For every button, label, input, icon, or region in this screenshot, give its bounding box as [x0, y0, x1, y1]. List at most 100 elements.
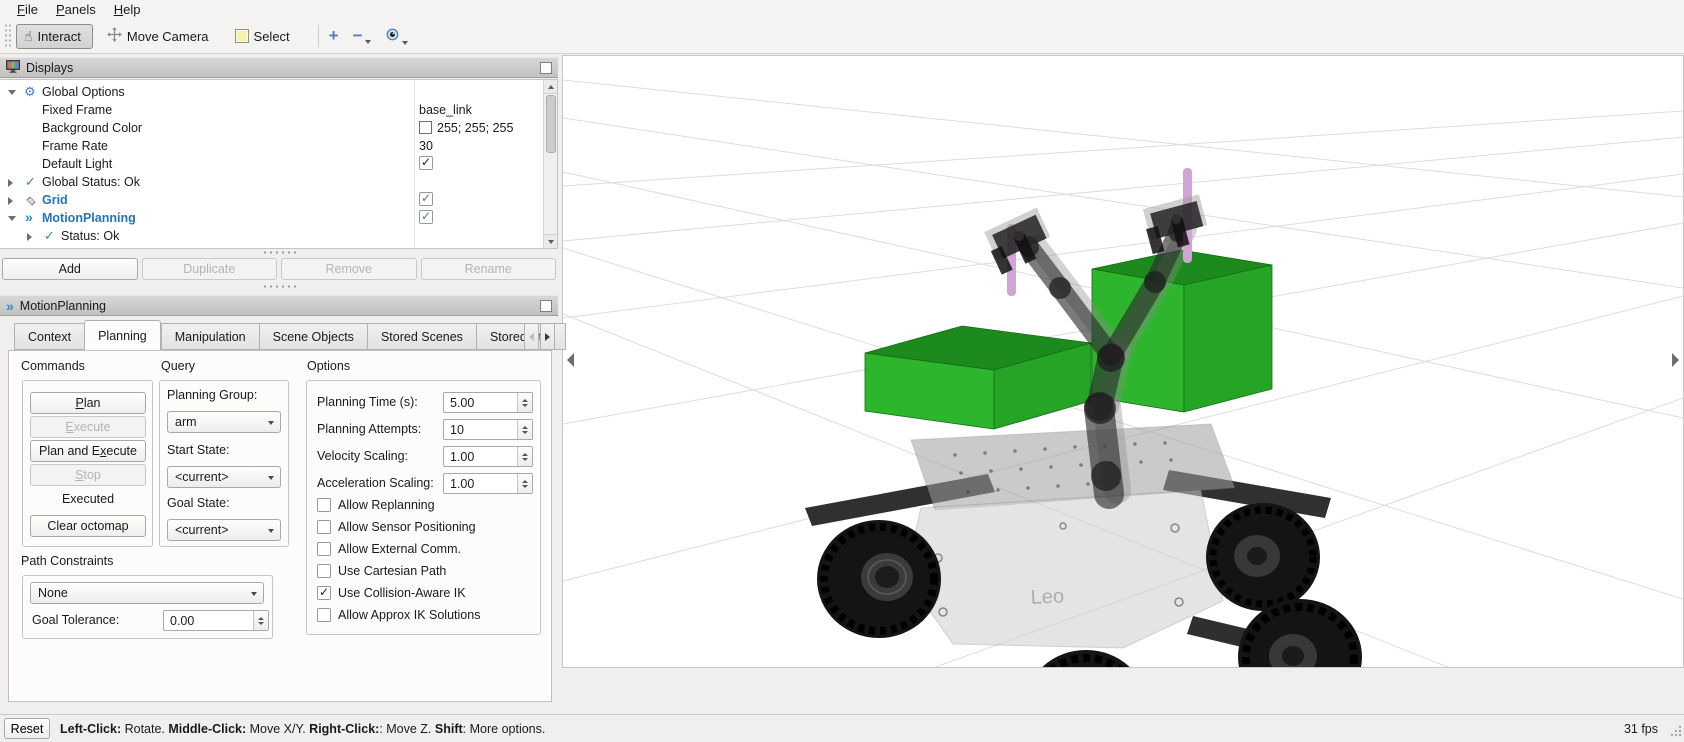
tree-row-global-status[interactable]: ✓ Global Status: Ok — [0, 173, 542, 191]
remove-tool-button[interactable]: − — [353, 28, 371, 44]
horizontal-splitter[interactable] — [0, 249, 558, 256]
tree-row-background-color[interactable]: Background Color 255; 255; 255 — [0, 119, 542, 137]
tree-row-mp-status[interactable]: ✓ Status: Ok — [0, 227, 542, 245]
resize-grip-icon[interactable] — [1670, 725, 1682, 740]
hand-icon: ☝ — [24, 29, 33, 43]
scrollbar-thumb[interactable] — [546, 95, 556, 153]
add-tool-button[interactable]: + — [329, 28, 339, 44]
frame-rate-value[interactable]: 30 — [419, 139, 433, 153]
acceleration-scaling-spinbox[interactable]: 1.00 — [443, 473, 533, 494]
remove-button[interactable]: Remove — [281, 258, 417, 280]
mouse-hints: Left-Click: Rotate. Middle-Click: Move X… — [60, 722, 545, 736]
motionplanning-enabled-checkbox[interactable] — [419, 210, 433, 224]
panel-float-button[interactable] — [540, 300, 552, 312]
tree-label: Frame Rate — [42, 139, 108, 153]
select-tool-button[interactable]: Select — [227, 24, 302, 49]
allow-sensor-positioning-checkbox[interactable]: Allow Sensor Positioning — [317, 520, 476, 534]
goal-tolerance-spinbox[interactable]: 0.00 — [163, 610, 269, 631]
planning-time-spinbox[interactable]: 5.00 — [443, 392, 533, 413]
plan-button[interactable]: Plan — [30, 392, 146, 414]
toolbar: ☝ Interact Move Camera Select + − — [0, 19, 1684, 54]
velocity-scaling-spinbox[interactable]: 1.00 — [443, 446, 533, 467]
tab-scroll-right-button[interactable] — [540, 323, 555, 350]
wheel-right — [1206, 503, 1320, 611]
planning-attempts-spinbox[interactable]: 10 — [443, 419, 533, 440]
allow-approx-ik-checkbox[interactable]: Allow Approx IK Solutions — [317, 608, 480, 622]
move-camera-tool-button[interactable]: Move Camera — [99, 22, 221, 50]
options-heading: Options — [307, 359, 350, 373]
spin-arrows[interactable] — [517, 420, 532, 439]
use-cartesian-path-checkbox[interactable]: Use Cartesian Path — [317, 564, 446, 578]
expander-icon[interactable] — [8, 197, 13, 205]
menu-file[interactable]: File — [8, 1, 47, 18]
use-collision-aware-ik-checkbox[interactable]: Use Collision-Aware IK — [317, 586, 466, 600]
goal-state-value: <current> — [175, 523, 229, 537]
plan-and-execute-button[interactable]: Plan and Execute — [30, 440, 146, 462]
grid-enabled-checkbox[interactable] — [419, 192, 433, 206]
tab-scroll-left-button[interactable] — [524, 323, 539, 350]
tree-label: Global Status: Ok — [42, 175, 140, 189]
splitter-grip — [262, 251, 296, 254]
panel-float-button[interactable] — [540, 62, 552, 74]
tab-context[interactable]: Context — [14, 323, 84, 350]
move-camera-icon — [107, 27, 122, 45]
tree-row-motionplanning[interactable]: » MotionPlanning — [0, 209, 542, 227]
motionplanning-panel-header[interactable]: » MotionPlanning — [0, 295, 558, 316]
expander-icon[interactable] — [8, 90, 16, 95]
spin-arrows[interactable] — [253, 611, 268, 630]
displays-panel-header[interactable]: Displays — [0, 57, 558, 78]
menu-panels[interactable]: Panels — [47, 1, 105, 18]
add-button[interactable]: Add — [2, 258, 138, 280]
reset-button[interactable]: Reset — [4, 718, 50, 739]
arrow-down-icon — [548, 240, 554, 244]
path-constraints-heading: Path Constraints — [21, 554, 113, 568]
grid-icon — [26, 196, 35, 205]
allow-external-comm-checkbox[interactable]: Allow External Comm. — [317, 542, 461, 556]
planning-group-combo[interactable]: arm — [167, 411, 281, 433]
tab-stored-scenes[interactable]: Stored Scenes — [367, 323, 476, 350]
tree-row-default-light[interactable]: Default Light — [0, 155, 542, 173]
start-state-combo[interactable]: <current> — [167, 466, 281, 488]
color-swatch — [419, 121, 432, 134]
execute-button[interactable]: Execute — [30, 416, 146, 438]
clear-octomap-button[interactable]: Clear octomap — [30, 515, 146, 537]
tab-planning[interactable]: Planning — [84, 320, 161, 350]
horizontal-splitter[interactable] — [0, 283, 558, 290]
tool-properties-button[interactable] — [385, 27, 408, 45]
tree-row-grid[interactable]: Grid — [0, 191, 542, 209]
collapse-left-handle[interactable] — [567, 353, 574, 367]
background-color-value[interactable]: 255; 255; 255 — [419, 121, 513, 135]
spin-arrows[interactable] — [517, 474, 532, 493]
path-constraints-combo[interactable]: None — [30, 582, 264, 604]
collapse-right-handle[interactable] — [1672, 353, 1679, 367]
tree-row-fixed-frame[interactable]: Fixed Frame base_link — [0, 101, 542, 119]
tree-row-frame-rate[interactable]: Frame Rate 30 — [0, 137, 542, 155]
interact-tool-button[interactable]: ☝ Interact — [16, 24, 93, 49]
tab-scene-objects[interactable]: Scene Objects — [259, 323, 367, 350]
toolbar-drag-handle[interactable] — [4, 23, 11, 49]
displays-icon — [6, 60, 20, 76]
spin-arrows[interactable] — [517, 447, 532, 466]
goal-state-combo[interactable]: <current> — [167, 519, 281, 541]
spin-arrows[interactable] — [517, 393, 532, 412]
expander-icon[interactable] — [8, 179, 13, 187]
allow-replanning-checkbox[interactable]: Allow Replanning — [317, 498, 435, 512]
scroll-down-button[interactable] — [544, 234, 558, 248]
tab-bar: Context Planning Manipulation Scene Obje… — [14, 322, 566, 350]
menu-help[interactable]: Help — [105, 1, 150, 18]
tree-scrollbar[interactable] — [543, 80, 557, 248]
expander-icon[interactable] — [27, 233, 32, 241]
default-light-checkbox[interactable] — [419, 156, 433, 170]
scroll-up-button[interactable] — [544, 80, 558, 94]
fixed-frame-value[interactable]: base_link — [419, 103, 472, 117]
expander-icon[interactable] — [8, 216, 16, 221]
select-label: Select — [254, 29, 290, 44]
duplicate-button[interactable]: Duplicate — [142, 258, 278, 280]
planning-time-label: Planning Time (s): — [317, 395, 418, 409]
stop-button[interactable]: Stop — [30, 464, 146, 486]
3d-viewport[interactable]: Leo — [562, 55, 1684, 668]
tab-manipulation[interactable]: Manipulation — [161, 323, 259, 350]
start-state-value: <current> — [175, 470, 229, 484]
tree-row-global-options[interactable]: ⚙ Global Options — [0, 83, 542, 101]
rename-button[interactable]: Rename — [421, 258, 557, 280]
